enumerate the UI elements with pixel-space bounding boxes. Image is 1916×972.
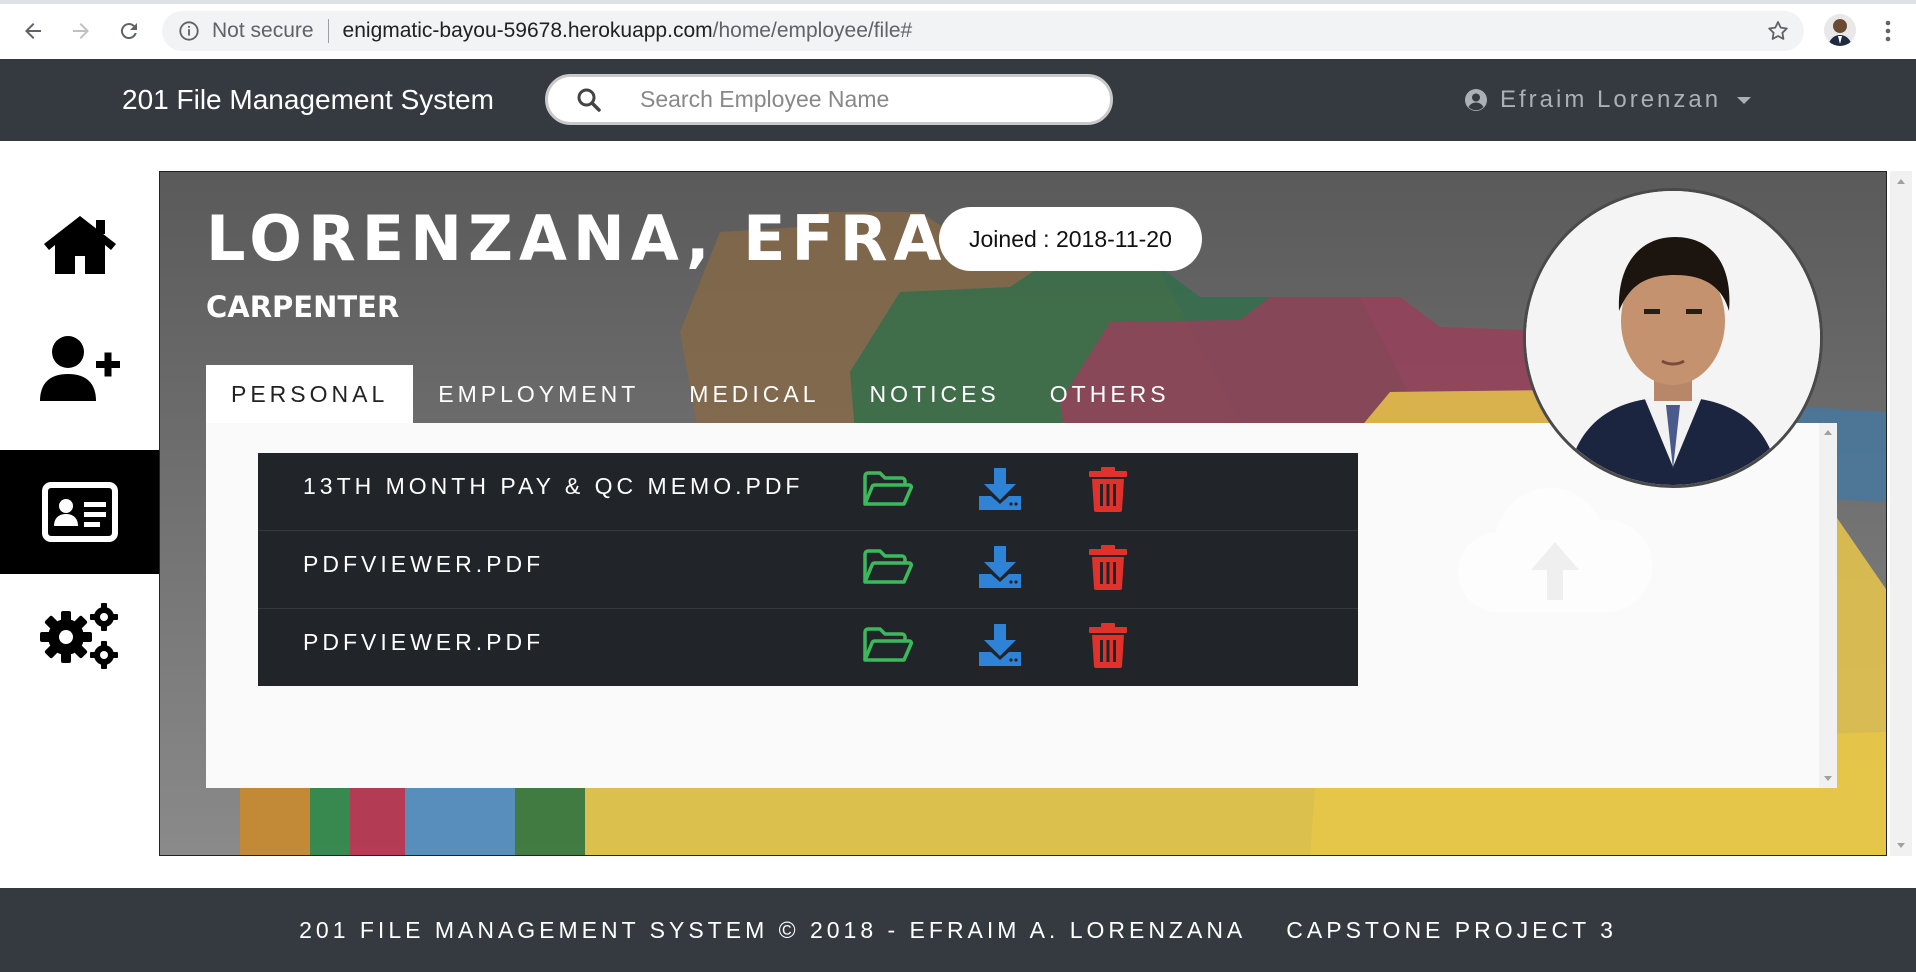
file-name: PDFVIEWER.PDF xyxy=(303,551,545,577)
reload-button[interactable] xyxy=(112,14,146,48)
file-category-tabs: PERSONAL EMPLOYMENT MEDICAL NOTICES OTHE… xyxy=(206,365,1195,423)
download-file-button[interactable] xyxy=(974,545,1026,589)
user-circle-icon xyxy=(1465,89,1487,111)
download-icon xyxy=(979,624,1021,666)
download-icon xyxy=(979,546,1021,588)
sidebar-item-settings[interactable] xyxy=(0,574,160,698)
joined-date-badge: Joined : 2018-11-20 xyxy=(939,207,1202,271)
folder-open-icon xyxy=(863,549,913,584)
tab-personal[interactable]: PERSONAL xyxy=(206,365,414,423)
home-icon xyxy=(44,216,116,274)
reload-icon xyxy=(120,23,137,40)
search-input[interactable] xyxy=(638,85,1082,114)
file-list: 13TH MONTH PAY & QC MEMO.PDF PDFVIEWER.P… xyxy=(258,453,1358,686)
file-name: PDFVIEWER.PDF xyxy=(303,629,545,655)
delete-file-button[interactable] xyxy=(1082,623,1134,668)
search-icon xyxy=(577,88,601,112)
id-card-icon xyxy=(42,482,118,542)
gears-icon xyxy=(40,603,118,669)
add-user-icon xyxy=(40,336,120,401)
bookmark-star-icon[interactable] xyxy=(1766,19,1790,43)
open-file-button[interactable] xyxy=(862,467,914,511)
employee-portrait-image xyxy=(1526,191,1820,485)
panel-scrollbar[interactable] xyxy=(1819,423,1837,788)
employee-name: LORENZANA, EFRAIM xyxy=(206,202,1045,275)
sidebar-item-home[interactable] xyxy=(0,183,160,307)
tab-employment[interactable]: EMPLOYMENT xyxy=(413,365,664,423)
file-name: 13TH MONTH PAY & QC MEMO.PDF xyxy=(303,473,804,499)
separator xyxy=(327,19,329,43)
info-icon[interactable] xyxy=(178,20,200,42)
tab-medical[interactable]: MEDICAL xyxy=(664,365,844,423)
forward-button[interactable] xyxy=(64,14,98,48)
browser-toolbar: Not secure enigmatic-bayou-59678.herokua… xyxy=(0,0,1916,60)
scroll-up-arrow-icon[interactable] xyxy=(1890,173,1912,189)
download-icon xyxy=(979,468,1021,510)
scroll-up-arrow-icon[interactable] xyxy=(1819,425,1837,439)
footer: 201 FILE MANAGEMENT SYSTEM © 2018 - EFRA… xyxy=(0,888,1916,972)
tab-others[interactable]: OTHERS xyxy=(1025,365,1195,423)
forward-arrow-icon xyxy=(73,23,89,39)
folder-open-icon xyxy=(863,471,913,506)
delete-file-button[interactable] xyxy=(1082,467,1134,512)
page-scrollbar[interactable] xyxy=(1890,171,1912,856)
open-file-button[interactable] xyxy=(862,545,914,589)
trash-icon xyxy=(1089,623,1127,668)
sidebar-item-employee-files[interactable] xyxy=(0,450,160,574)
open-file-button[interactable] xyxy=(862,623,914,667)
user-name: Efraim Lorenzan xyxy=(1500,86,1722,113)
download-file-button[interactable] xyxy=(974,467,1026,511)
tab-strip-edge xyxy=(0,0,1916,4)
address-bar[interactable]: Not secure enigmatic-bayou-59678.herokua… xyxy=(162,11,1804,51)
user-dropdown[interactable]: Efraim Lorenzan xyxy=(1464,59,1752,141)
back-button[interactable] xyxy=(16,14,50,48)
scroll-down-arrow-icon[interactable] xyxy=(1890,838,1912,854)
file-row: 13TH MONTH PAY & QC MEMO.PDF xyxy=(258,453,1358,531)
footer-copyright: 201 FILE MANAGEMENT SYSTEM © 2018 - EFRA… xyxy=(299,916,1247,943)
profile-avatar[interactable] xyxy=(1824,14,1856,46)
trash-icon xyxy=(1089,545,1127,590)
chevron-down-icon xyxy=(1737,96,1752,104)
search-bar[interactable] xyxy=(545,74,1113,125)
employee-position: CARPENTER xyxy=(206,290,400,324)
file-row: PDFVIEWER.PDF xyxy=(258,531,1358,609)
back-arrow-icon xyxy=(25,23,41,39)
more-menu-icon[interactable] xyxy=(1878,14,1898,48)
sidebar-item-add-employee[interactable] xyxy=(0,307,160,431)
employee-photo xyxy=(1523,188,1823,488)
profile-photo-icon xyxy=(1824,14,1856,46)
delete-file-button[interactable] xyxy=(1082,545,1134,590)
app-navbar: 201 File Management System Efraim Lorenz… xyxy=(0,59,1916,141)
sidebar xyxy=(0,141,160,888)
upload-cloud-icon[interactable] xyxy=(1455,482,1655,622)
footer-project: CAPSTONE PROJECT 3 xyxy=(1286,916,1617,943)
download-file-button[interactable] xyxy=(974,623,1026,667)
tab-notices[interactable]: NOTICES xyxy=(845,365,1025,423)
security-label: Not secure xyxy=(212,19,314,42)
file-row: PDFVIEWER.PDF xyxy=(258,609,1358,686)
trash-icon xyxy=(1089,467,1127,512)
url-host: enigmatic-bayou-59678.herokuapp.com xyxy=(342,19,713,42)
url-path: /home/employee/file# xyxy=(712,19,913,42)
brand-title[interactable]: 201 File Management System xyxy=(122,59,494,141)
scroll-down-arrow-icon[interactable] xyxy=(1819,772,1837,786)
folder-open-icon xyxy=(863,627,913,662)
